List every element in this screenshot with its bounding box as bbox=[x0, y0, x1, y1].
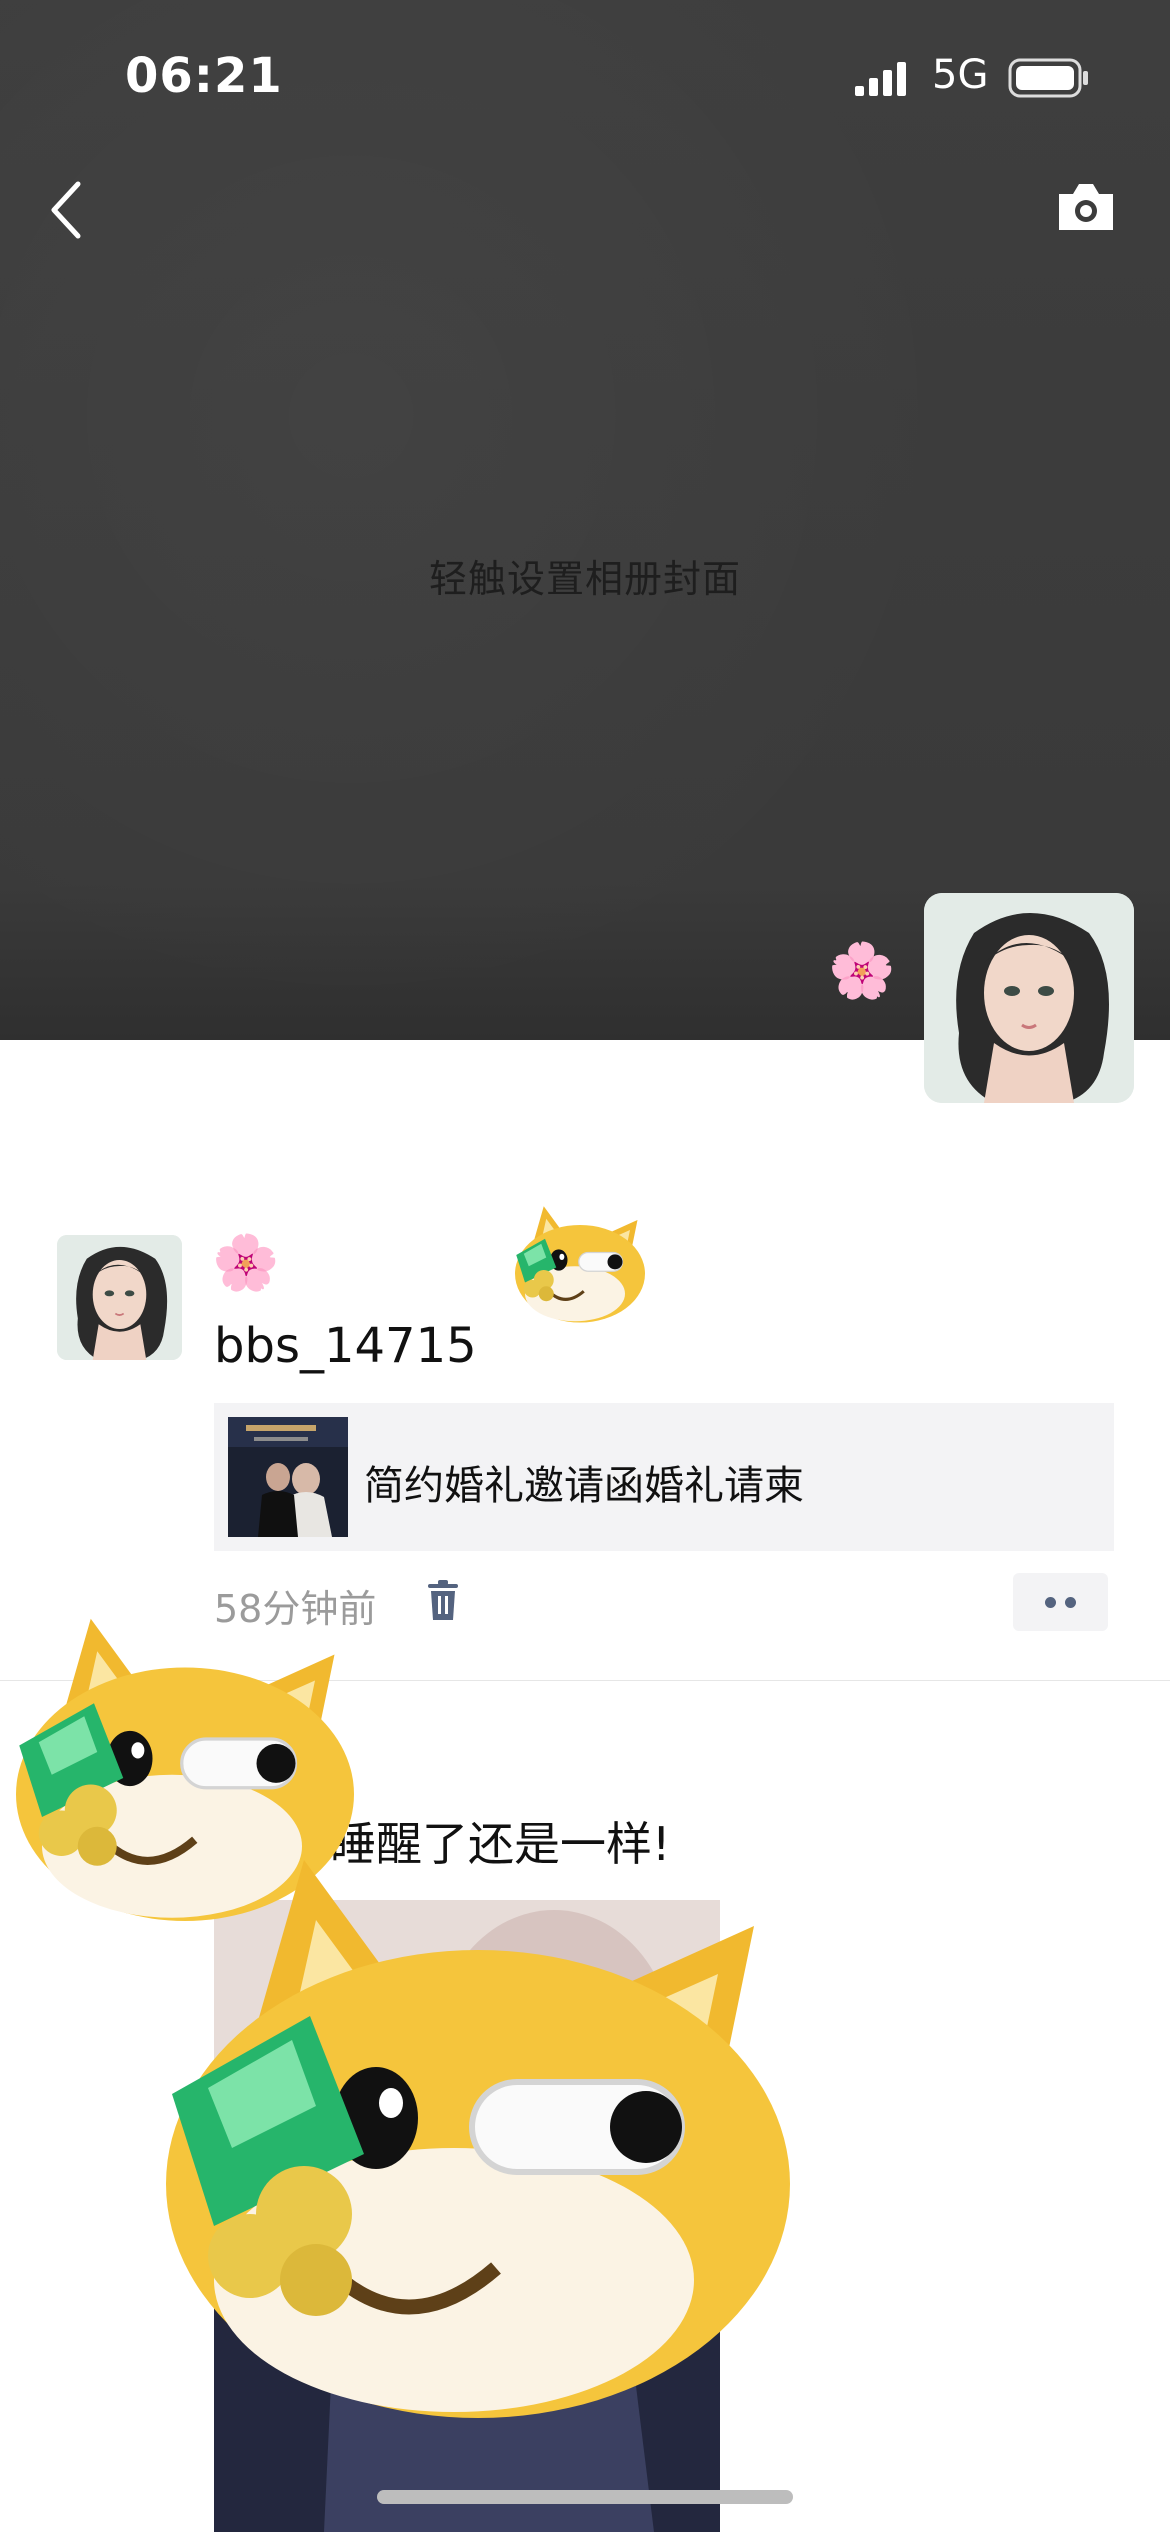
doge-sticker-icon bbox=[118, 1830, 838, 2430]
post-author-avatar[interactable] bbox=[57, 1235, 182, 1360]
more-dots-icon bbox=[1045, 1597, 1056, 1608]
chevron-left-icon[interactable] bbox=[44, 178, 92, 242]
flower-emoji-icon: 🌸 bbox=[828, 939, 896, 1002]
battery-icon bbox=[1008, 58, 1088, 98]
status-time: 06:21 bbox=[125, 48, 283, 104]
signal-icon bbox=[855, 62, 906, 96]
camera-icon[interactable] bbox=[1055, 180, 1117, 232]
trash-icon[interactable] bbox=[426, 1580, 460, 1622]
cover-hint[interactable]: 轻触设置相册封面 bbox=[0, 548, 1170, 603]
flower-emoji-icon: 🌸 bbox=[212, 1231, 280, 1294]
link-title: 简约婚礼邀请函婚礼请柬 bbox=[364, 1463, 804, 1509]
album-cover[interactable] bbox=[0, 0, 1170, 1040]
link-card[interactable]: 简约婚礼邀请函婚礼请柬 bbox=[214, 1403, 1114, 1551]
network-type: 5G bbox=[932, 52, 989, 98]
status-bar: 06:21 5G bbox=[0, 0, 1170, 150]
doge-sticker-icon bbox=[505, 1200, 655, 1325]
home-indicator[interactable] bbox=[377, 2490, 793, 2504]
link-thumbnail bbox=[228, 1417, 348, 1537]
more-button[interactable] bbox=[1013, 1573, 1108, 1631]
post-username[interactable]: bbs_14715 bbox=[214, 1318, 477, 1374]
profile-avatar[interactable] bbox=[924, 893, 1134, 1103]
